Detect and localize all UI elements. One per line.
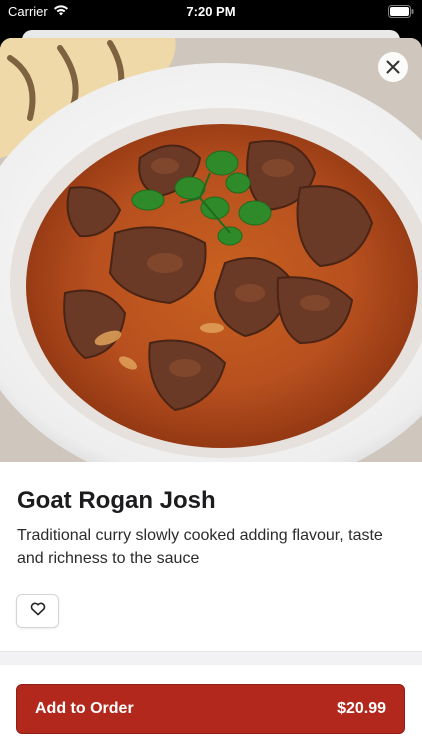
dish-photo — [0, 38, 422, 462]
dish-title: Goat Rogan Josh — [17, 487, 216, 514]
dish-detail-sheet: Goat Rogan Josh Traditional curry slowly… — [0, 38, 422, 750]
add-to-order-label: Add to Order — [35, 700, 134, 717]
order-footer: Add to Order $20.99 — [0, 666, 422, 750]
battery-icon — [388, 5, 414, 21]
add-to-order-button[interactable]: Add to Order $20.99 — [16, 684, 405, 734]
dish-description: Traditional curry slowly cooked adding f… — [17, 527, 383, 567]
status-bar: Carrier 7:20 PM — [0, 0, 422, 24]
status-time: 7:20 PM — [186, 4, 236, 19]
heart-icon — [30, 602, 46, 621]
close-icon — [386, 60, 400, 74]
close-button[interactable] — [378, 52, 408, 82]
section-divider — [0, 651, 422, 665]
favorite-button[interactable] — [16, 594, 59, 628]
dish-details: Goat Rogan Josh Traditional curry slowly… — [17, 486, 405, 570]
order-price: $20.99 — [337, 700, 386, 717]
